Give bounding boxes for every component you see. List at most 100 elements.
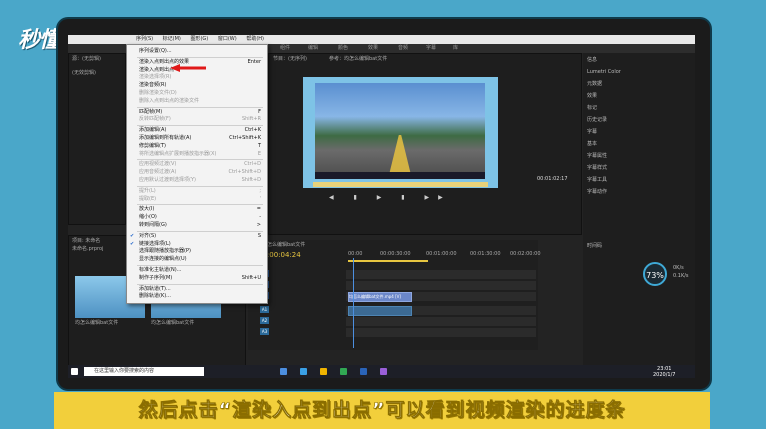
rp-basic[interactable]: 基本 [587, 141, 597, 148]
menu-item-shortcut: Ctrl+Shift+D [228, 169, 262, 176]
menu-item-25[interactable]: 标准化主轨道(N)... [139, 267, 261, 274]
menu-item-18[interactable]: 放大(I) = [139, 206, 261, 213]
track-label-a3[interactable]: A3 [260, 328, 269, 335]
source-panel: 源：(无剪辑) (无效剪辑) [68, 53, 126, 225]
menu-separator [137, 185, 263, 187]
menu-item-0[interactable]: 序列设置(Q)... [139, 48, 261, 55]
rp-info[interactable]: 信息 [587, 57, 597, 64]
project-file: 未命名.prproj [72, 246, 104, 252]
menu-item-label: 删除入点到出点的渲染文件 [139, 97, 200, 104]
menu-item-23[interactable]: 选择跟随播放指示器(P) [139, 248, 261, 255]
taskview-icon[interactable] [280, 368, 287, 375]
menu-window[interactable]: 窗口(W) [218, 36, 237, 42]
menu-item-label: 反转匹配帧(F) [139, 116, 171, 123]
track-a2[interactable] [346, 317, 536, 326]
menu-item-label: 渲染选择项(R) [139, 74, 172, 81]
project-title: 项目: 未命名 [72, 238, 101, 244]
caption-text: 然后点击“渲染入点到出点”可以看到视频渲染的进度条 [138, 399, 626, 422]
menu-item-shortcut: > [256, 222, 261, 228]
menu-item-shortcut: E [257, 150, 261, 157]
menu-item-14: 应用音频过渡(A) Ctrl+Shift+D [139, 169, 261, 176]
menu-item-label: 渲染音频(R) [139, 82, 167, 89]
rp-caption-props[interactable]: 字幕属性 [587, 153, 607, 160]
chrome-icon[interactable] [340, 368, 347, 375]
menu-item-26[interactable]: 制作子序列(M) Shift+U [139, 275, 261, 282]
perf-down: 0.1K/s [673, 273, 689, 279]
rp-timecode[interactable]: 时间码 [587, 243, 602, 250]
explorer-icon[interactable] [320, 368, 327, 375]
tab-captions[interactable]: 字幕 [426, 44, 436, 53]
menu-item-9[interactable]: 添加编辑(A) Ctrl+K [139, 127, 261, 134]
edge-icon[interactable] [300, 368, 307, 375]
menu-item-shortcut: F [258, 108, 261, 115]
menu-item-shortcut: S [257, 232, 261, 239]
red-arrow-annotation [170, 64, 206, 72]
taskbar-search[interactable]: 在这里输入你要搜索的内容 [84, 367, 204, 376]
rp-history[interactable]: 历史记录 [587, 117, 607, 124]
menu-marker[interactable]: 标记(M) [163, 36, 181, 42]
windows-start-icon[interactable] [71, 368, 78, 375]
tab-libraries[interactable]: 库 [453, 44, 458, 53]
premiere-window: 序列(S) 标记(M) 图形(G) 窗口(W) 帮助(H) 组件 编辑 颜色 效… [68, 35, 695, 378]
tab-color[interactable]: 颜色 [338, 44, 348, 53]
menu-separator [137, 204, 263, 206]
menu-item-19[interactable]: 缩小(O) - [139, 214, 261, 221]
track-v3[interactable] [346, 270, 536, 279]
track-label-a2[interactable]: A2 [260, 317, 269, 324]
menu-separator [137, 56, 263, 58]
menu-item-20[interactable]: 转到间隔(G) > [139, 222, 261, 229]
project-thumbnail-label-2: 均怎么编辑bat文件 [151, 320, 195, 326]
menu-item-15: 应用默认过渡到选择项(Y) Shift+D [139, 177, 261, 184]
windows-taskbar: 在这里输入你要搜索的内容 23:01 2020/1/7 [68, 365, 695, 378]
tab-editing[interactable]: 编辑 [308, 44, 318, 53]
menu-item-28[interactable]: 删除轨道(K)... [139, 293, 261, 300]
rp-caption-tools[interactable]: 字幕工具 [587, 177, 607, 184]
tab-assembly[interactable]: 组件 [280, 44, 290, 53]
track-v2[interactable] [346, 281, 536, 290]
track-label-a1[interactable]: A1 [260, 306, 269, 313]
rp-caption-motion[interactable]: 字幕动作 [587, 189, 607, 196]
menu-item-22[interactable]: 链接选择项(L) [139, 241, 261, 248]
playhead[interactable] [353, 258, 354, 348]
rp-captions[interactable]: 字幕 [587, 129, 597, 136]
menu-item-27[interactable]: 添加轨道(T)... [139, 286, 261, 293]
video-clip[interactable]: 均怎么编辑bat文件.mp4 [V] [348, 292, 412, 302]
menu-sequence[interactable]: 序列(S) [136, 36, 153, 42]
menu-item-4[interactable]: 渲染音频(R) [139, 82, 261, 89]
menu-help[interactable]: 帮助(H) [246, 36, 264, 42]
menu-graphics[interactable]: 图形(G) [190, 36, 208, 42]
rp-caption-styles[interactable]: 字幕样式 [587, 165, 607, 172]
menu-item-label: 链接选择项(L) [139, 240, 171, 247]
word-icon[interactable] [360, 368, 367, 375]
rp-lumetri[interactable]: Lumetri Color [587, 69, 621, 76]
menu-item-shortcut: - [259, 214, 261, 221]
ruler-3: 00:01:30:00 [470, 251, 501, 257]
menu-item-7[interactable]: 匹配帧(M) F [139, 109, 261, 116]
taskbar-date: 2020/1/7 [653, 372, 676, 378]
menu-item-shortcut: Shift+R [241, 116, 261, 123]
menu-item-10[interactable]: 添加编辑到所有轨道(A) Ctrl+Shift+K [139, 135, 261, 142]
track-a3[interactable] [346, 328, 536, 337]
rp-effects[interactable]: 效果 [587, 93, 597, 100]
menu-item-11[interactable]: 修剪编辑(T) T [139, 143, 261, 150]
rp-metadata[interactable]: 元数据 [587, 81, 602, 88]
video-frame-taskbar [315, 172, 485, 179]
right-panel: 信息 Lumetri Color 元数据 效果 标记 历史记录 字幕 基本 字幕… [583, 53, 695, 365]
menu-item-21[interactable]: 对齐(S) S [139, 233, 261, 240]
menu-item-24[interactable]: 显示连接的编辑点(U) [139, 256, 261, 263]
checkmark-icon: ✔ [130, 240, 135, 247]
rp-markers[interactable]: 标记 [587, 105, 597, 112]
tab-audio[interactable]: 音频 [398, 44, 408, 53]
audio-clip[interactable] [348, 306, 412, 316]
taskbar-clock[interactable]: 23:01 2020/1/7 [653, 366, 675, 378]
tab-effects[interactable]: 效果 [368, 44, 378, 53]
ruler-4: 00:02:00:00 [510, 251, 541, 257]
menu-item-label: 序列设置(Q)... [139, 48, 172, 54]
menu-item-label: 添加编辑(A) [139, 127, 167, 134]
menu-item-label: 渲染入点到出点 [139, 66, 175, 73]
menu-separator [137, 106, 263, 108]
transport-controls[interactable]: ◀ ▮ ▶ ▮ ▶▶ [329, 194, 529, 202]
menu-item-12: 将所选编辑点扩展到播放指示器(X) E [139, 151, 261, 158]
menu-item-3: 渲染选择项(R) [139, 74, 261, 81]
premiere-icon[interactable] [380, 368, 387, 375]
